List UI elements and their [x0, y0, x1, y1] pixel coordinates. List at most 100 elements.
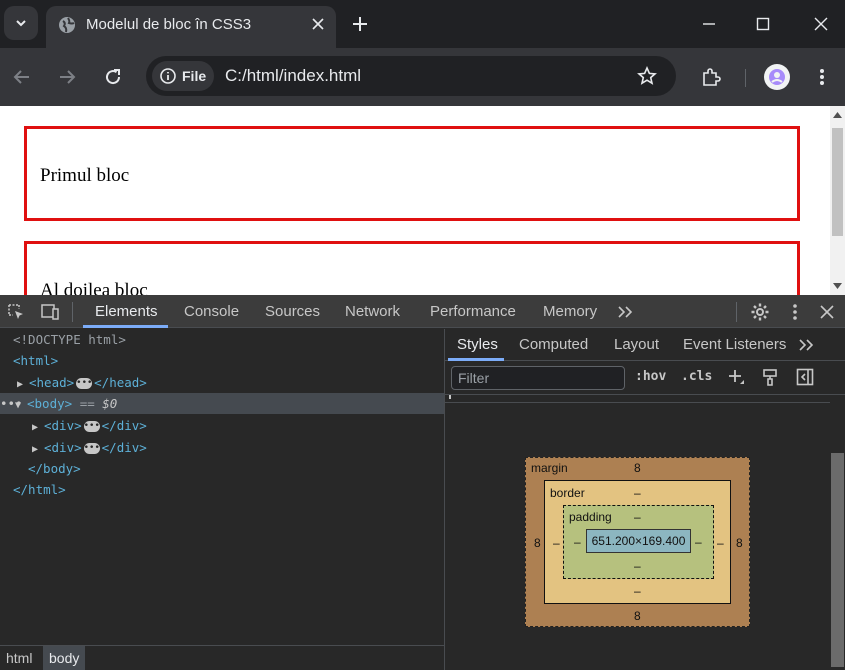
maximize-button[interactable] — [751, 12, 775, 36]
filter-input[interactable]: Filter — [451, 366, 625, 390]
inspect-button[interactable] — [5, 301, 27, 323]
devtools-menu-button[interactable] — [784, 301, 806, 323]
padding-left-value[interactable]: – — [574, 535, 581, 549]
minimize-button[interactable] — [697, 12, 721, 36]
scroll-up-icon — [833, 112, 842, 118]
forward-button[interactable] — [55, 65, 79, 89]
styles-pane: Styles Computed Layout Event Listeners F… — [445, 329, 845, 670]
tab-search-button[interactable] — [4, 6, 38, 40]
box-model-content-size[interactable]: 651.200×169.400 — [586, 529, 691, 553]
new-rule-button[interactable] — [725, 366, 747, 388]
dom-line-doctype[interactable]: <!DOCTYPE html> — [13, 329, 126, 350]
reload-icon — [106, 69, 121, 85]
border-right-value[interactable]: – — [717, 536, 724, 550]
dom-line-body-close[interactable]: </body> — [28, 458, 81, 479]
dom-line-div[interactable]: ▶ <div> ••• </div> — [32, 415, 147, 436]
tab-computed[interactable]: Computed — [519, 329, 588, 361]
page-scrollbar[interactable] — [830, 106, 845, 295]
chevron-double-right-icon — [799, 339, 814, 351]
inspect-element-icon — [8, 304, 23, 319]
close-icon — [312, 18, 324, 30]
border-bottom-value[interactable]: – — [634, 584, 641, 598]
collapse-triangle-icon[interactable]: ▼ — [15, 395, 27, 416]
site-info-chip[interactable]: File — [152, 61, 214, 91]
hov-toggle[interactable]: :hov — [635, 369, 666, 384]
ellipsis-icon[interactable]: ••• — [83, 443, 100, 454]
bookmark-button[interactable] — [636, 65, 658, 87]
address-bar[interactable]: File C:/html/index.html — [146, 56, 676, 96]
close-icon — [820, 305, 834, 319]
styles-toolbar: Filter :hov .cls — [445, 361, 845, 395]
breadcrumb-html[interactable]: html — [0, 646, 38, 670]
puzzle-icon — [703, 68, 721, 86]
scrollbar-thumb[interactable] — [831, 453, 844, 667]
menu-button[interactable] — [810, 65, 834, 89]
arrow-left-icon — [13, 70, 29, 84]
paint-brush-icon — [763, 369, 777, 386]
tab-performance[interactable]: Performance — [430, 295, 516, 328]
expand-triangle-icon[interactable]: ▶ — [17, 374, 29, 395]
tab-memory[interactable]: Memory — [543, 295, 597, 328]
devtools-panel: Elements Console Sources Network Perform… — [0, 295, 845, 670]
profile-avatar[interactable] — [764, 64, 790, 90]
dom-line-html[interactable]: <html> — [13, 350, 58, 371]
styles-scrollbar[interactable] — [830, 395, 845, 670]
tab-styles[interactable]: Styles — [457, 329, 498, 361]
chevron-down-icon — [16, 20, 26, 27]
tab-elements[interactable]: Elements — [95, 295, 158, 328]
rendering-emulation-button[interactable] — [759, 366, 781, 388]
tab-network[interactable]: Network — [345, 295, 400, 328]
settings-button[interactable] — [749, 301, 771, 323]
content-block-1: Primul bloc — [24, 126, 800, 221]
extensions-button[interactable] — [699, 65, 723, 89]
browser-tab[interactable]: Modelul de bloc în CSS3 — [46, 6, 336, 48]
box-model-padding[interactable]: padding – – – – 651.200×169.400 — [563, 505, 714, 579]
scrollbar-thumb[interactable] — [832, 128, 843, 236]
rule-divider — [445, 402, 830, 403]
dom-line-html-close[interactable]: </html> — [13, 479, 66, 500]
content-block-2: Al doilea bloc — [24, 241, 800, 295]
border-top-value[interactable]: – — [634, 486, 641, 500]
margin-left-value[interactable]: 8 — [534, 536, 541, 550]
back-button[interactable] — [10, 65, 34, 89]
tab-close-button[interactable] — [308, 14, 328, 34]
ellipsis-icon[interactable]: ••• — [83, 421, 100, 432]
expand-triangle-icon[interactable]: ▶ — [32, 417, 44, 438]
ellipsis-icon[interactable]: ••• — [76, 378, 92, 389]
active-tab-indicator — [83, 325, 168, 328]
border-label: border — [550, 486, 585, 500]
box-model-margin[interactable]: margin 8 8 8 8 border – – – – padding – … — [525, 457, 750, 627]
url-text[interactable]: C:/html/index.html — [225, 66, 361, 86]
expand-triangle-icon[interactable]: ▶ — [32, 439, 44, 460]
reload-button[interactable] — [101, 65, 125, 89]
toggle-sidebar-button[interactable] — [794, 366, 816, 388]
dom-line-body[interactable]: ••• ▼ <body> == $0 — [0, 393, 444, 414]
padding-top-value[interactable]: – — [634, 510, 641, 524]
window-close-button[interactable] — [809, 12, 833, 36]
devtools-close-button[interactable] — [816, 301, 838, 323]
more-sidebar-tabs-button[interactable] — [795, 334, 817, 356]
new-tab-button[interactable] — [348, 12, 372, 36]
block-text: Al doilea bloc — [40, 280, 148, 295]
tab-layout[interactable]: Layout — [614, 329, 659, 361]
border-left-value[interactable]: – — [553, 536, 560, 550]
device-toolbar-button[interactable] — [39, 301, 61, 323]
margin-top-value[interactable]: 8 — [634, 461, 641, 475]
breadcrumb-body[interactable]: body — [43, 646, 86, 670]
tab-console[interactable]: Console — [184, 295, 239, 328]
cls-toggle[interactable]: .cls — [681, 369, 712, 384]
padding-bottom-value[interactable]: – — [634, 559, 641, 573]
box-model-border[interactable]: border – – – – padding – – – – 651.200×1… — [544, 480, 731, 604]
dom-line-head[interactable]: ▶ <head> ••• </head> — [17, 372, 147, 393]
plus-icon — [729, 370, 744, 384]
margin-right-value[interactable]: 8 — [736, 536, 743, 550]
padding-right-value[interactable]: – — [695, 535, 702, 549]
margin-bottom-value[interactable]: 8 — [634, 609, 641, 623]
tab-title: Modelul de bloc în CSS3 — [86, 16, 252, 33]
dom-line-div[interactable]: ▶ <div> ••• </div> — [32, 437, 147, 458]
more-tabs-button[interactable] — [614, 301, 636, 323]
sidebar-tabbar: Styles Computed Layout Event Listeners — [445, 329, 845, 361]
tab-event-listeners[interactable]: Event Listeners — [683, 329, 786, 361]
tab-sources[interactable]: Sources — [265, 295, 320, 328]
devtools-tabbar: Elements Console Sources Network Perform… — [0, 295, 845, 328]
